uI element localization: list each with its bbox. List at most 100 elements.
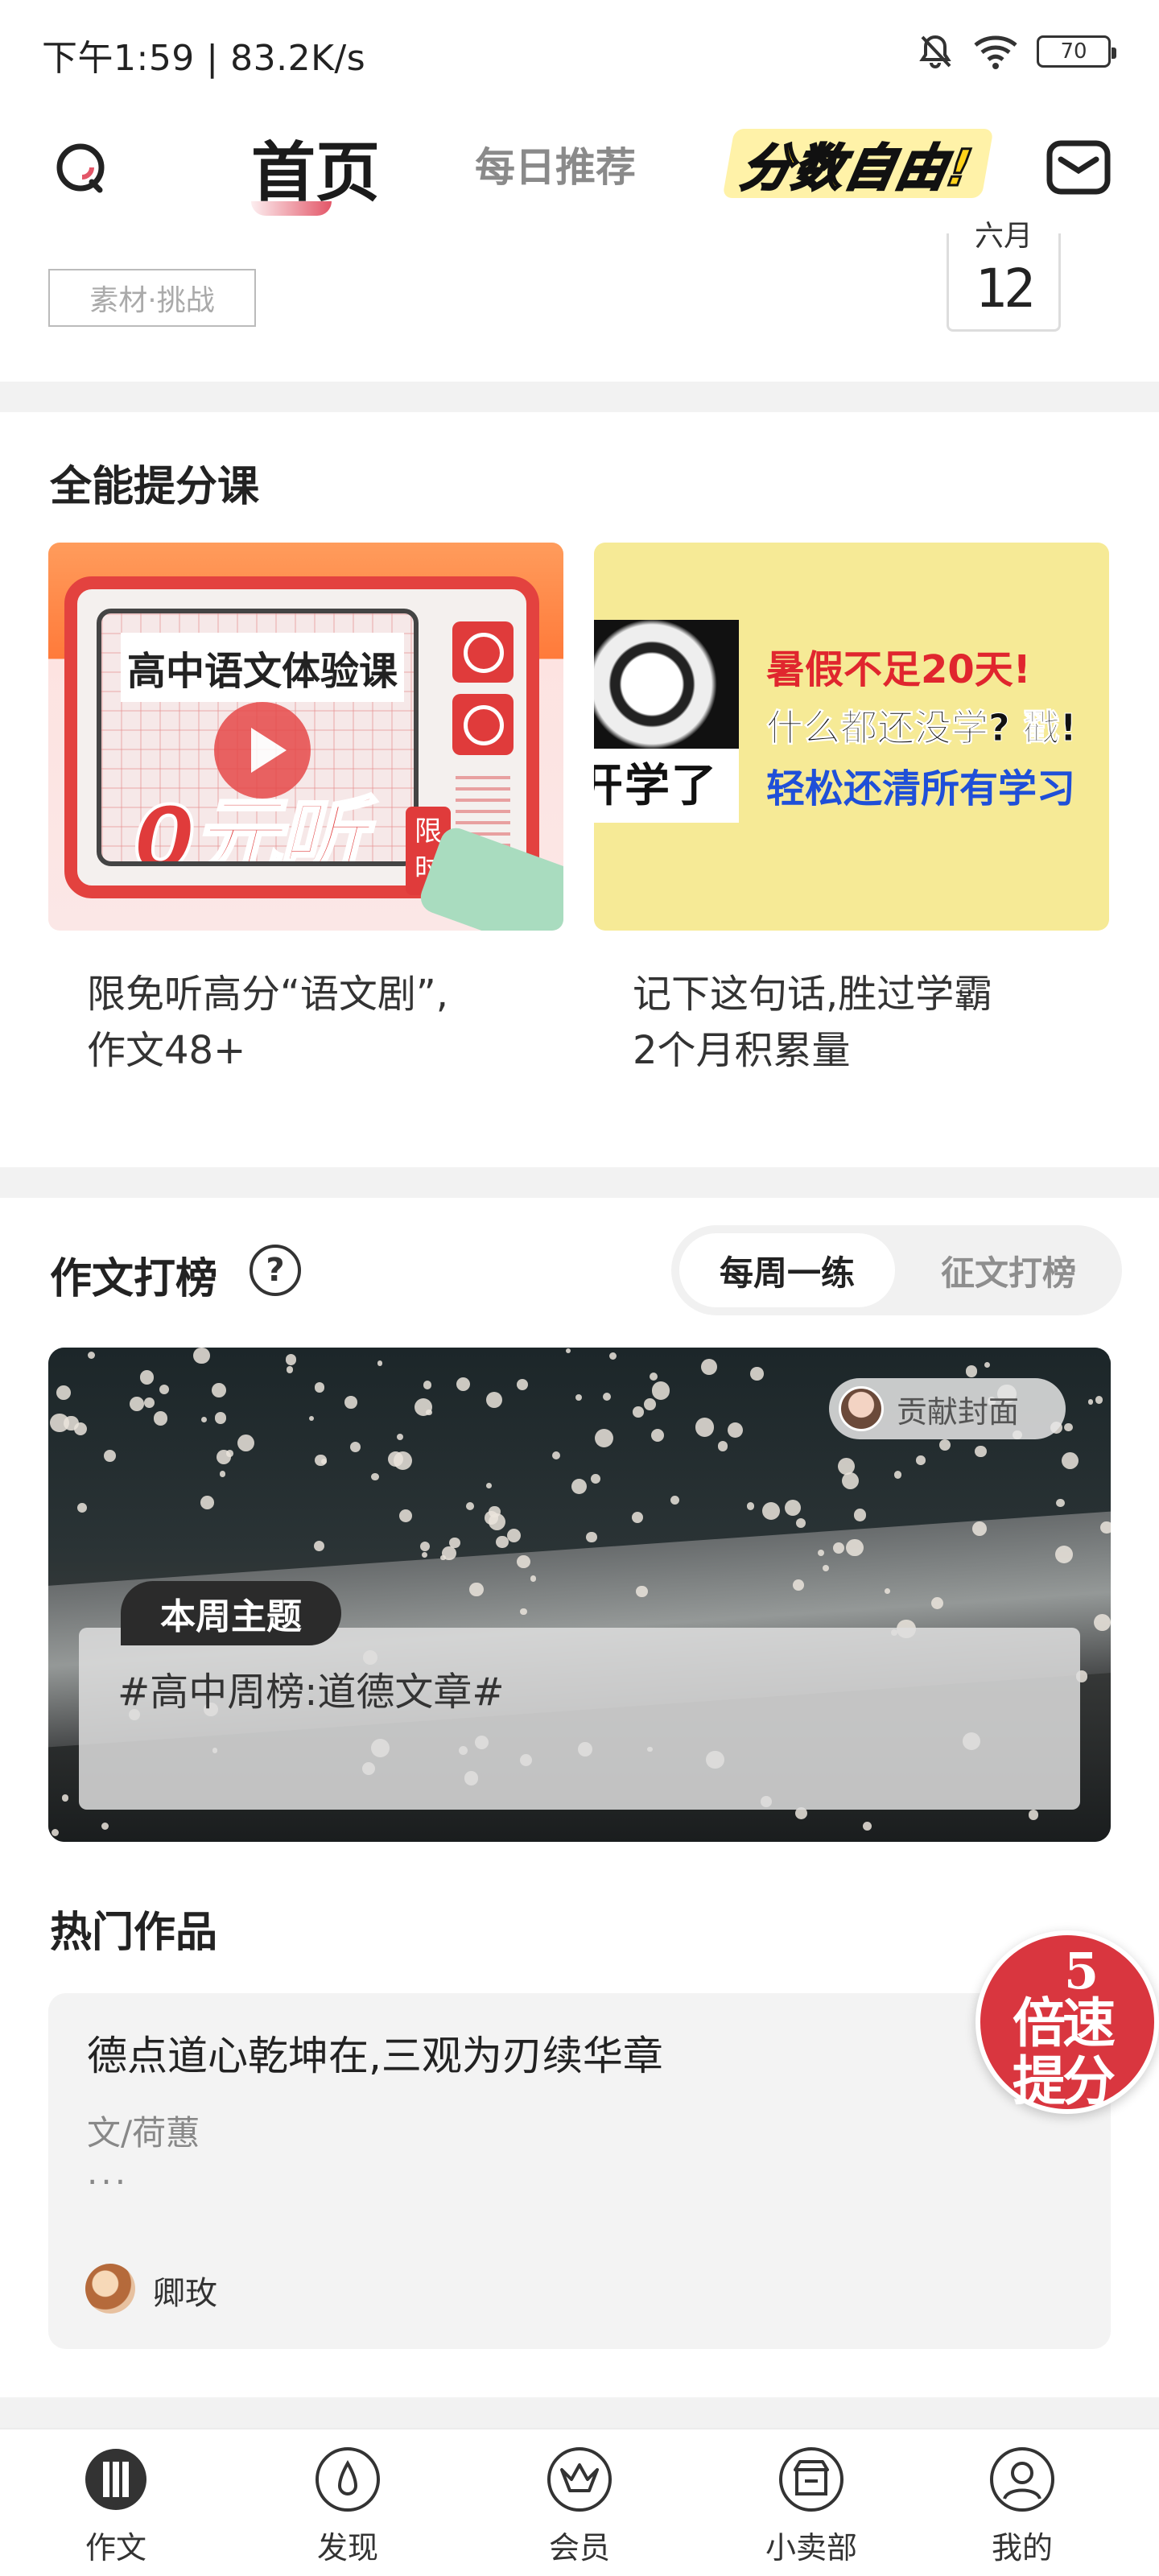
blossom-decoration [225, 1449, 233, 1457]
blossom-decoration [61, 1794, 69, 1802]
blossom-decoration [795, 1517, 806, 1529]
work-user-name[interactable]: 卿玫 [153, 2267, 217, 2314]
contribute-cover-label: 贡献封面 [897, 1393, 1020, 1430]
blossom-decoration [469, 1582, 484, 1597]
blossom-decoration [214, 1412, 226, 1424]
blossom-decoration [1094, 1613, 1111, 1631]
status-icons: 70 [916, 32, 1116, 71]
tv-knob-icon [452, 694, 514, 755]
courses-section-title: 全能提分课 [50, 463, 260, 511]
blossom-decoration [966, 1365, 978, 1377]
tab-profile[interactable]: 我的 [958, 2446, 1087, 2567]
blossom-decoration [893, 1471, 901, 1479]
tab-label: 小卖部 [765, 2530, 857, 2566]
tab-label: 发现 [316, 2530, 378, 2566]
blossom-decoration [371, 1473, 379, 1481]
mail-icon[interactable] [1046, 140, 1111, 195]
status-bar: 下午1:59 | 83.2K/s 70 [0, 0, 1159, 105]
status-time-speed: 下午1:59 | 83.2K/s [42, 38, 366, 79]
blossom-decoration [1095, 1396, 1103, 1404]
material-challenge-tag[interactable]: 素材·挑战 [48, 269, 256, 327]
blossom-decoration [846, 1538, 864, 1556]
wifi-icon [974, 35, 1017, 69]
blossom-decoration [154, 1411, 168, 1426]
blossom-decoration [885, 1587, 891, 1594]
tv-knob-icon [452, 621, 514, 683]
blossom-decoration [285, 1354, 296, 1365]
course-card[interactable]: 开学了 暑假不足20天! 什么都还没学? 戳! 轻松还清所有学习 记下这句话,胜… [594, 543, 1109, 1079]
course-image-badge: 0元听 [132, 786, 368, 866]
course-card[interactable]: 高中语文体验课 0元听 限 时 限免听高分“语文剧”, 作文48+ [48, 543, 563, 1079]
blossom-decoration [793, 1579, 804, 1591]
course-title-line: 限免听高分“语文剧”, [87, 972, 448, 1017]
blossom-decoration [200, 1495, 214, 1509]
avatar [839, 1386, 884, 1431]
blossom-decoration [652, 1381, 670, 1400]
blossom-decoration [286, 1366, 293, 1373]
speed-boost-badge[interactable]: 5 倍速 提分 [975, 1930, 1159, 2114]
blossom-decoration [139, 1370, 155, 1385]
essay-icon [85, 2449, 146, 2510]
blossom-decoration [649, 1372, 658, 1381]
blossom-decoration [314, 1382, 325, 1393]
blossom-decoration [975, 1445, 987, 1458]
course-image-heading: 高中语文体验课 [121, 633, 404, 702]
blossom-decoration [650, 1429, 664, 1443]
theme-text: #高中周榜:道德文章# [118, 1670, 505, 1715]
avatar[interactable] [85, 2264, 135, 2314]
blossom-decoration [822, 1564, 829, 1572]
date-day: 12 [975, 258, 1035, 320]
help-icon[interactable]: ? [250, 1245, 301, 1296]
search-icon[interactable] [50, 137, 114, 201]
blossom-decoration [916, 1455, 926, 1465]
blossom-decoration [349, 1442, 361, 1453]
contribute-cover-button[interactable]: 贡献封面 [829, 1378, 1066, 1439]
blossom-decoration [670, 1496, 679, 1505]
blossom-decoration [77, 1502, 88, 1513]
section-divider [0, 2397, 1159, 2428]
hot-work-card[interactable]: 德点道心乾坤在,三观为刃续华章 文/荷蕙 ... 卿玫 [48, 1993, 1111, 2349]
tab-home[interactable]: 首页 [251, 121, 380, 214]
score-free-banner[interactable]: 分数自由! [722, 129, 994, 199]
course-title: 限免听高分“语文剧”, 作文48+ [48, 966, 563, 1079]
tab-label: 会员 [548, 2530, 610, 2566]
work-excerpt: ... [87, 2153, 130, 2192]
tab-shop[interactable]: 小卖部 [747, 2446, 876, 2567]
blossom-decoration [517, 1554, 530, 1569]
blossom-decoration [103, 1449, 116, 1462]
course-thumbnail: 开学了 暑假不足20天! 什么都还没学? 戳! 轻松还清所有学习 [594, 543, 1109, 931]
blossom-decoration [456, 1377, 471, 1391]
tab-weekly-practice[interactable]: 每周一练 [679, 1233, 895, 1307]
profile-icon [990, 2447, 1054, 2512]
blossom-decoration [212, 1382, 227, 1397]
tab-daily-recommend[interactable]: 每日推荐 [475, 135, 636, 193]
course-image-line: 轻松还清所有学习 [766, 766, 1076, 811]
tab-discover[interactable]: 发现 [283, 2446, 412, 2567]
course-thumbnail: 高中语文体验课 0元听 限 时 [48, 543, 563, 931]
meme-face [594, 620, 739, 749]
blossom-decoration [633, 1406, 644, 1418]
section-divider [0, 1167, 1159, 1198]
blossom-decoration [466, 1501, 475, 1510]
blossom-decoration [566, 1348, 571, 1353]
weekly-theme-banner[interactable]: 贡献封面 本周主题 #高中周榜:道德文章# [48, 1348, 1111, 1842]
discover-icon [316, 2447, 380, 2512]
blossom-decoration [442, 1546, 456, 1561]
tab-essay[interactable]: 作文 [52, 2446, 180, 2567]
blossom-decoration [193, 1348, 210, 1364]
blossom-decoration [750, 1367, 764, 1381]
meme-image: 开学了 [594, 620, 739, 823]
blossom-decoration [1099, 1521, 1111, 1534]
work-title: 德点道心乾坤在,三观为刃续华章 [87, 2033, 663, 2079]
blossom-decoration [1056, 1498, 1065, 1508]
score-free-text: 分数自由! [736, 138, 979, 199]
work-author: 文/荷蕙 [87, 2113, 200, 2153]
section-divider [0, 382, 1159, 412]
theme-tag: 本周主题 [121, 1581, 341, 1645]
blossom-decoration [842, 1472, 860, 1489]
blossom-decoration [571, 1479, 587, 1495]
tab-essay-contest[interactable]: 征文打榜 [903, 1233, 1114, 1307]
tab-membership[interactable]: 会员 [515, 2446, 644, 2567]
blossom-decoration [313, 1540, 324, 1551]
meme-caption: 开学了 [594, 760, 718, 812]
